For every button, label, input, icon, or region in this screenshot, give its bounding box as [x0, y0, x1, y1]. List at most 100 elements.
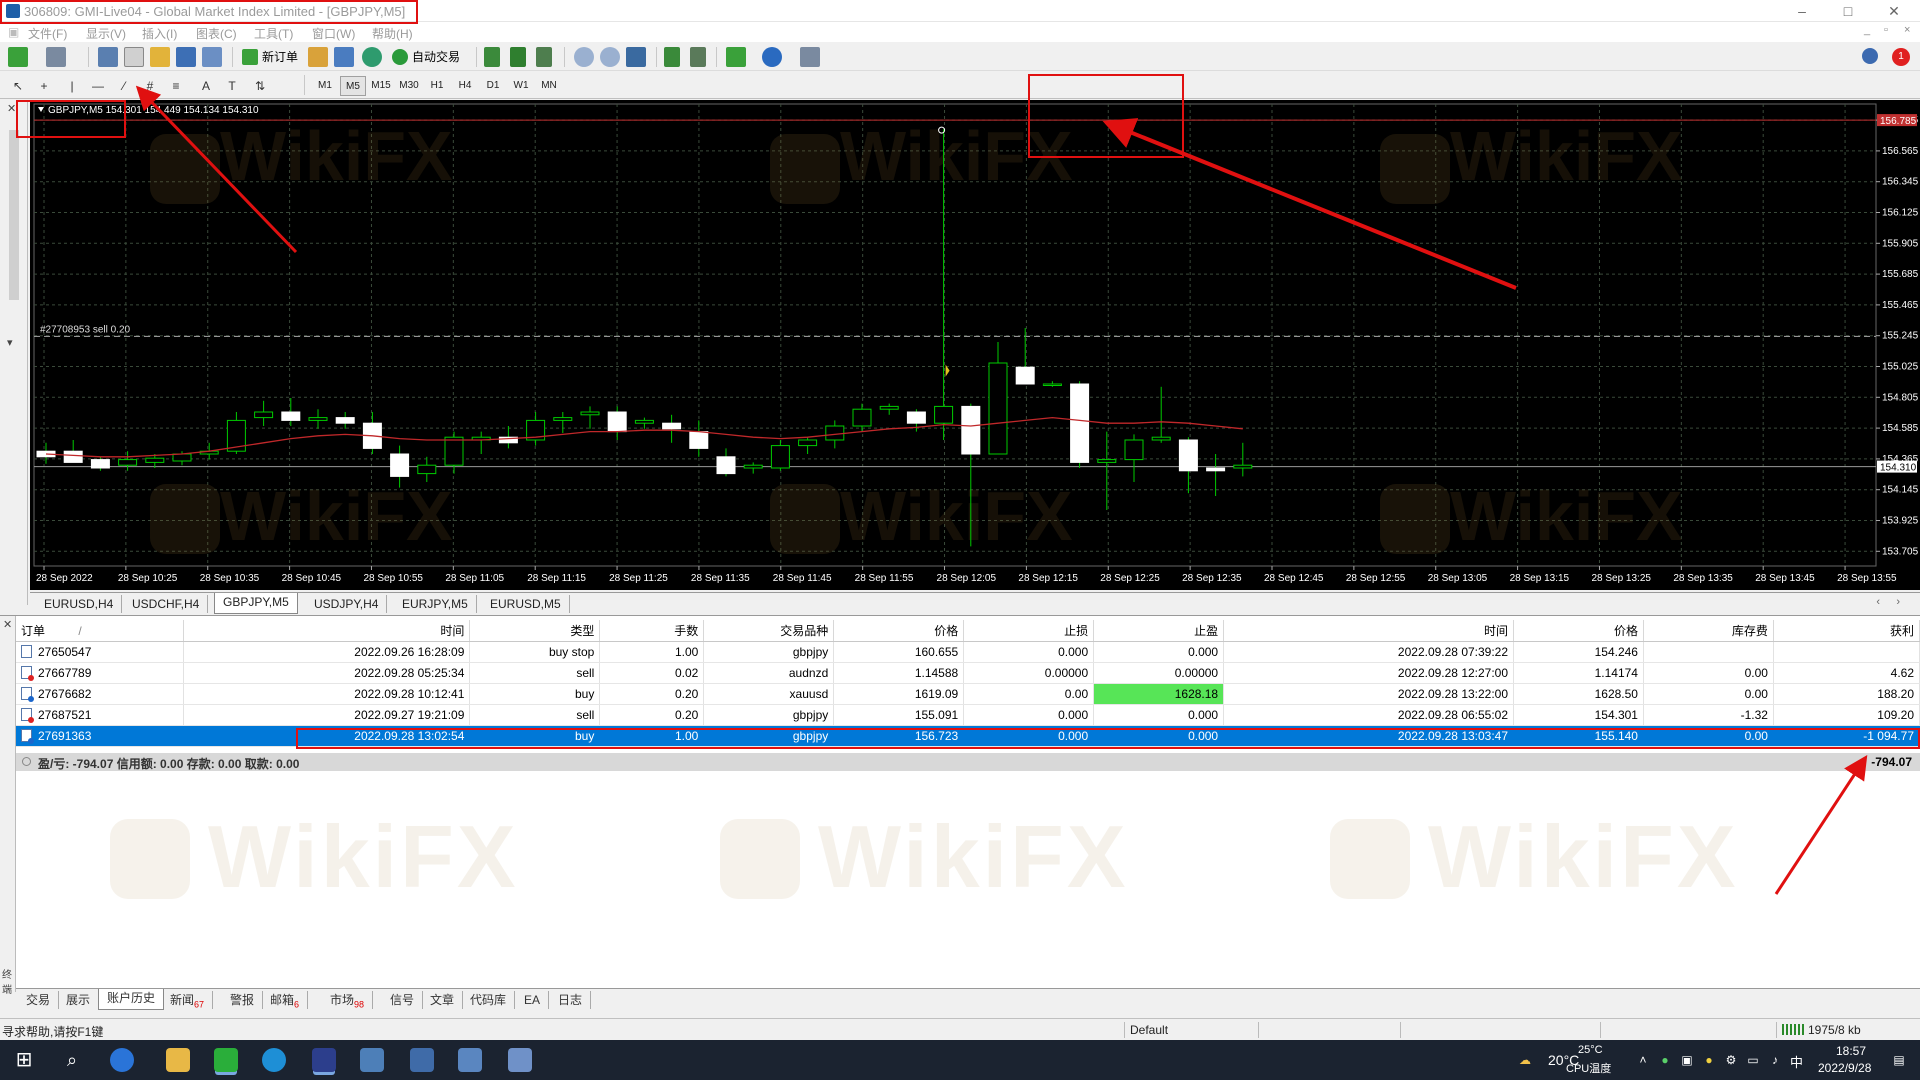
edge-browser-icon[interactable]	[262, 1048, 286, 1072]
tab-scroll-left-icon[interactable]: ‹	[1876, 596, 1880, 608]
price-chart[interactable]: 156.785 156.565 156.345 156.125 155.905 155.6…	[30, 100, 1920, 590]
tf-w1[interactable]: W1	[508, 76, 534, 96]
chart-tab-eurjpy-m5[interactable]: EURJPY,M5	[394, 595, 477, 613]
menu-insert[interactable]: 插入(I)	[142, 25, 177, 42]
ie-browser-icon[interactable]	[110, 1048, 134, 1072]
line-chart-icon[interactable]	[536, 47, 552, 67]
maximize-button[interactable]: □	[1826, 0, 1870, 22]
autoscroll-icon[interactable]	[664, 47, 680, 67]
tile-windows-icon[interactable]	[626, 47, 646, 67]
navigator-icon[interactable]	[176, 47, 196, 67]
table-row[interactable]: 27676682 2022.09.28 10:12:41 buy 0.20 xauusd…	[16, 683, 1920, 705]
tf-d1[interactable]: D1	[480, 76, 506, 96]
network-icon[interactable]: ▭	[1746, 1053, 1760, 1067]
menu-tools[interactable]: 工具(T)	[254, 25, 293, 42]
minimize-button[interactable]: –	[1780, 0, 1824, 22]
terminal-tab[interactable]: EA	[516, 991, 550, 1009]
app-icon-8[interactable]	[508, 1048, 532, 1072]
chart-tab-eurusd-h4[interactable]: EURUSD,H4	[36, 595, 123, 613]
col-swap[interactable]: 库存费	[1643, 620, 1774, 642]
tf-m30[interactable]: M30	[396, 76, 422, 96]
chart-tab-usdchf-h4[interactable]: USDCHF,H4	[124, 595, 209, 613]
fibonacci-icon[interactable]: ≡	[166, 76, 186, 96]
weather-icon[interactable]: ☁	[1518, 1053, 1532, 1067]
tf-mn[interactable]: MN	[536, 76, 562, 96]
terminal-tab[interactable]: 文章	[422, 991, 464, 1009]
periods-icon[interactable]	[762, 47, 782, 67]
col-order[interactable]: 订单 /	[16, 620, 185, 642]
col-sl[interactable]: 止损	[963, 620, 1095, 642]
col-lots[interactable]: 手数	[599, 620, 705, 642]
chart-window-icon[interactable]	[98, 47, 118, 67]
terminal-tab[interactable]: 邮箱6	[262, 991, 309, 1009]
crosshair-icon[interactable]	[124, 47, 144, 67]
tf-h1[interactable]: H1	[424, 76, 450, 96]
terminal-icon[interactable]	[202, 47, 222, 67]
zoom-in-icon[interactable]	[574, 47, 594, 67]
vps-icon[interactable]	[362, 47, 382, 67]
terminal-close-icon[interactable]: ✕	[3, 618, 12, 631]
app-icon-7[interactable]	[458, 1048, 482, 1072]
col-open-time[interactable]: 时间	[183, 620, 471, 642]
table-row[interactable]: 27687521 2022.09.27 19:21:09 sell 0.20 gbpjp…	[16, 704, 1920, 726]
tray-app-icon[interactable]: ●	[1702, 1053, 1716, 1067]
notification-center-icon[interactable]: ▤	[1892, 1053, 1906, 1067]
bar-chart-icon[interactable]	[484, 47, 500, 67]
trendline-icon[interactable]: ⁄	[114, 76, 134, 96]
menu-file[interactable]: 文件(F)	[28, 25, 67, 42]
table-row[interactable]: 27650547 2022.09.26 16:28:09 buy stop 1.00 g…	[16, 641, 1920, 663]
col-type[interactable]: 类型	[469, 620, 601, 642]
chart-canvas[interactable]: 156.785 156.565 156.345 156.125 155.905 155.6…	[30, 100, 1920, 590]
tray-app-icon[interactable]: ▣	[1680, 1053, 1694, 1067]
metatrader-icon[interactable]	[312, 1048, 336, 1072]
chart-tab-gbpjpy-m5[interactable]: GBPJPY,M5	[214, 593, 298, 614]
terminal-tab[interactable]: 市场98	[322, 991, 374, 1009]
wechat-icon[interactable]	[214, 1048, 238, 1072]
terminal-tab[interactable]: 新闻67	[162, 991, 214, 1009]
col-profit[interactable]: 获利	[1773, 620, 1920, 642]
col-open-price[interactable]: 价格	[833, 620, 965, 642]
search-icon[interactable]: ⌕	[60, 1048, 84, 1072]
menu-view[interactable]: 显示(V)	[86, 25, 126, 42]
col-close-price[interactable]: 价格	[1513, 620, 1644, 642]
indicators-icon[interactable]	[726, 47, 746, 67]
panel-close-icon[interactable]: ✕	[7, 102, 16, 115]
signals-icon[interactable]	[334, 47, 354, 67]
metaeditor-icon[interactable]	[308, 47, 328, 67]
notifications-badge[interactable]: 1	[1892, 48, 1910, 66]
terminal-tab[interactable]: 交易	[18, 991, 60, 1009]
file-explorer-icon[interactable]	[166, 1048, 190, 1072]
tray-expand-icon[interactable]: ˄	[1636, 1053, 1650, 1067]
col-tp[interactable]: 止盈	[1093, 620, 1225, 642]
candlestick-icon[interactable]	[510, 47, 526, 67]
menu-charts[interactable]: 图表(C)	[196, 25, 237, 42]
channel-icon[interactable]: #	[140, 76, 160, 96]
cursor-tool-icon[interactable]: ↖	[8, 76, 28, 96]
col-close-time[interactable]: 时间	[1223, 620, 1515, 642]
table-row[interactable]: 27667789 2022.09.28 05:25:34 sell 0.02 audnz…	[16, 662, 1920, 684]
tf-m15[interactable]: M15	[368, 76, 394, 96]
tf-m5[interactable]: M5	[340, 76, 366, 96]
mdi-minimize-button[interactable]: _	[1864, 24, 1870, 36]
panel-collapse-icon[interactable]: ▾	[7, 336, 13, 349]
connection-bars-icon[interactable]	[1782, 1024, 1804, 1035]
auto-trading-button[interactable]: 自动交易	[390, 47, 464, 67]
profiles-icon[interactable]	[46, 47, 66, 67]
chart-tab-usdjpy-h4[interactable]: USDJPY,H4	[306, 595, 388, 613]
text-tool-icon[interactable]: A	[196, 76, 216, 96]
tf-m1[interactable]: M1	[312, 76, 338, 96]
terminal-tab[interactable]: 账户历史	[98, 989, 165, 1010]
zoom-out-icon[interactable]	[600, 47, 620, 67]
terminal-tab[interactable]: 展示	[58, 991, 100, 1009]
app-icon-6[interactable]	[410, 1048, 434, 1072]
text-label-icon[interactable]: T	[222, 76, 242, 96]
horizontal-line-icon[interactable]: —	[88, 76, 108, 96]
chart-tab-eurusd-m5[interactable]: EURUSD,M5	[482, 595, 570, 613]
arrows-icon[interactable]: ⇅	[250, 76, 270, 96]
tf-h4[interactable]: H4	[452, 76, 478, 96]
clock-time[interactable]: 18:57	[1836, 1044, 1866, 1058]
market-watch-icon[interactable]	[150, 47, 170, 67]
mdi-icon[interactable]: ▣	[8, 25, 19, 39]
volume-icon[interactable]: ♪	[1768, 1053, 1782, 1067]
panel-scrollbar[interactable]	[9, 130, 19, 300]
